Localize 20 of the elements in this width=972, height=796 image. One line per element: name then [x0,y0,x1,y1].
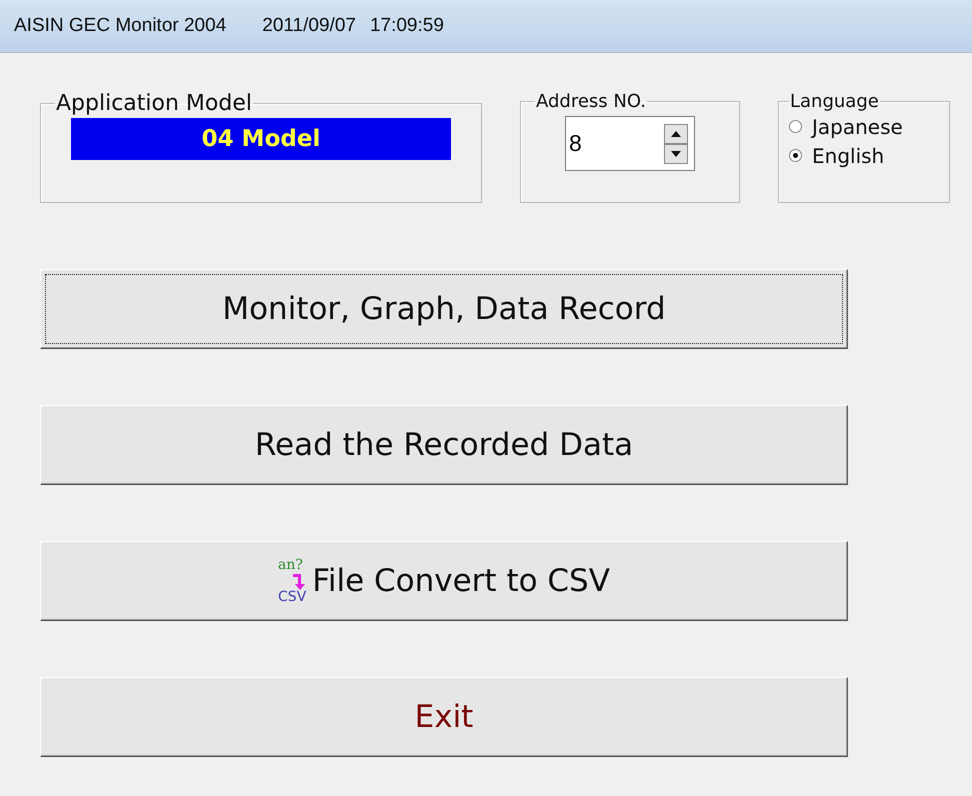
down-arrow-icon [671,150,681,156]
spinner-value: 8 [568,130,583,157]
up-arrow-icon [671,130,681,136]
radio-label: English [812,144,884,168]
window-title: AISIN GEC Monitor 2004 [14,15,226,37]
spin-down-button[interactable] [664,144,688,164]
group-label: Language [789,91,880,112]
group-label: Application Model [55,91,253,116]
language-radio[interactable]: English [789,141,949,170]
exit-button[interactable]: Exit [40,677,848,757]
date-text: 2011/09/07 [262,15,356,37]
model-display: 04 Model [71,118,451,160]
language-radio[interactable]: Japanese [789,112,949,141]
group-label: Address NO. [535,91,648,112]
radio-label: Japanese [812,114,903,138]
address-spinner[interactable]: 8 [565,116,695,171]
action-button[interactable]: Monitor, Graph, Data Record [40,269,848,349]
spin-up-button[interactable] [664,124,688,144]
action-button[interactable]: Read the Recorded Data [40,405,848,485]
time-text: 17:09:59 [370,15,444,37]
